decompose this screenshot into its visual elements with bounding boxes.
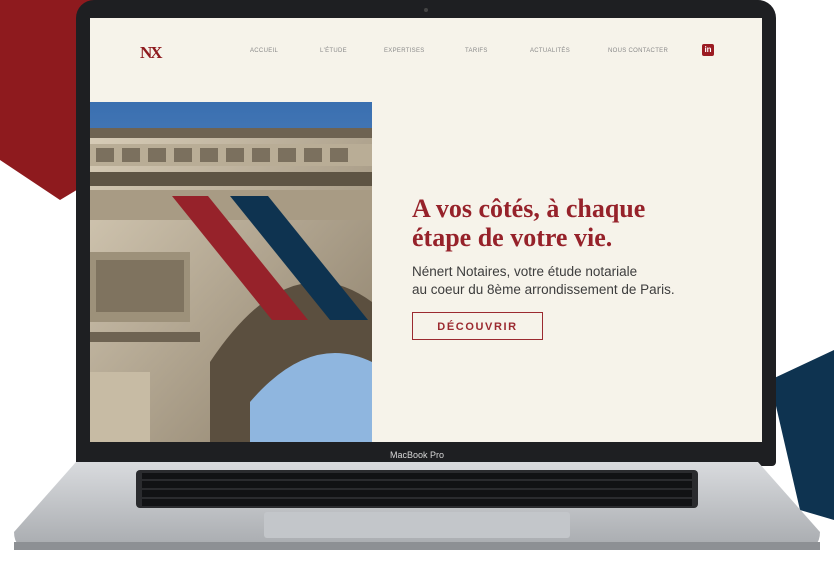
hero-image — [90, 102, 372, 442]
hero-subtitle: Nénert Notaires, votre étude notariale a… — [412, 263, 675, 299]
hero-subtitle-line2: au coeur du 8ème arrondissement de Paris… — [412, 282, 675, 297]
discover-button[interactable]: DÉCOUVRIR — [412, 312, 543, 340]
hero-subtitle-line1: Nénert Notaires, votre étude notariale — [412, 264, 638, 279]
website-screen: NX ACCUEIL L'ÉTUDE EXPERTISES TARIFS ACT… — [90, 18, 762, 442]
hero-headline-line2: étape de votre vie. — [412, 223, 613, 252]
nav-item-contact[interactable]: NOUS CONTACTER — [608, 48, 668, 54]
camera-dot — [424, 8, 428, 12]
nav-item-etude[interactable]: L'ÉTUDE — [320, 48, 347, 54]
hero-headline: A vos côtés, à chaque étape de votre vie… — [412, 194, 645, 252]
nav-item-tarifs[interactable]: TARIFS — [465, 48, 488, 54]
laptop-base — [14, 462, 820, 550]
nav-item-actualites[interactable]: ACTUALITÉS — [530, 48, 570, 54]
nav-item-expertises[interactable]: EXPERTISES — [384, 48, 425, 54]
linkedin-icon[interactable]: in — [702, 44, 714, 56]
hero-headline-line1: A vos côtés, à chaque — [412, 194, 646, 223]
device-label: MacBook Pro — [389, 450, 445, 460]
nav-item-accueil[interactable]: ACCUEIL — [250, 48, 278, 54]
site-logo[interactable]: NX — [140, 43, 163, 63]
